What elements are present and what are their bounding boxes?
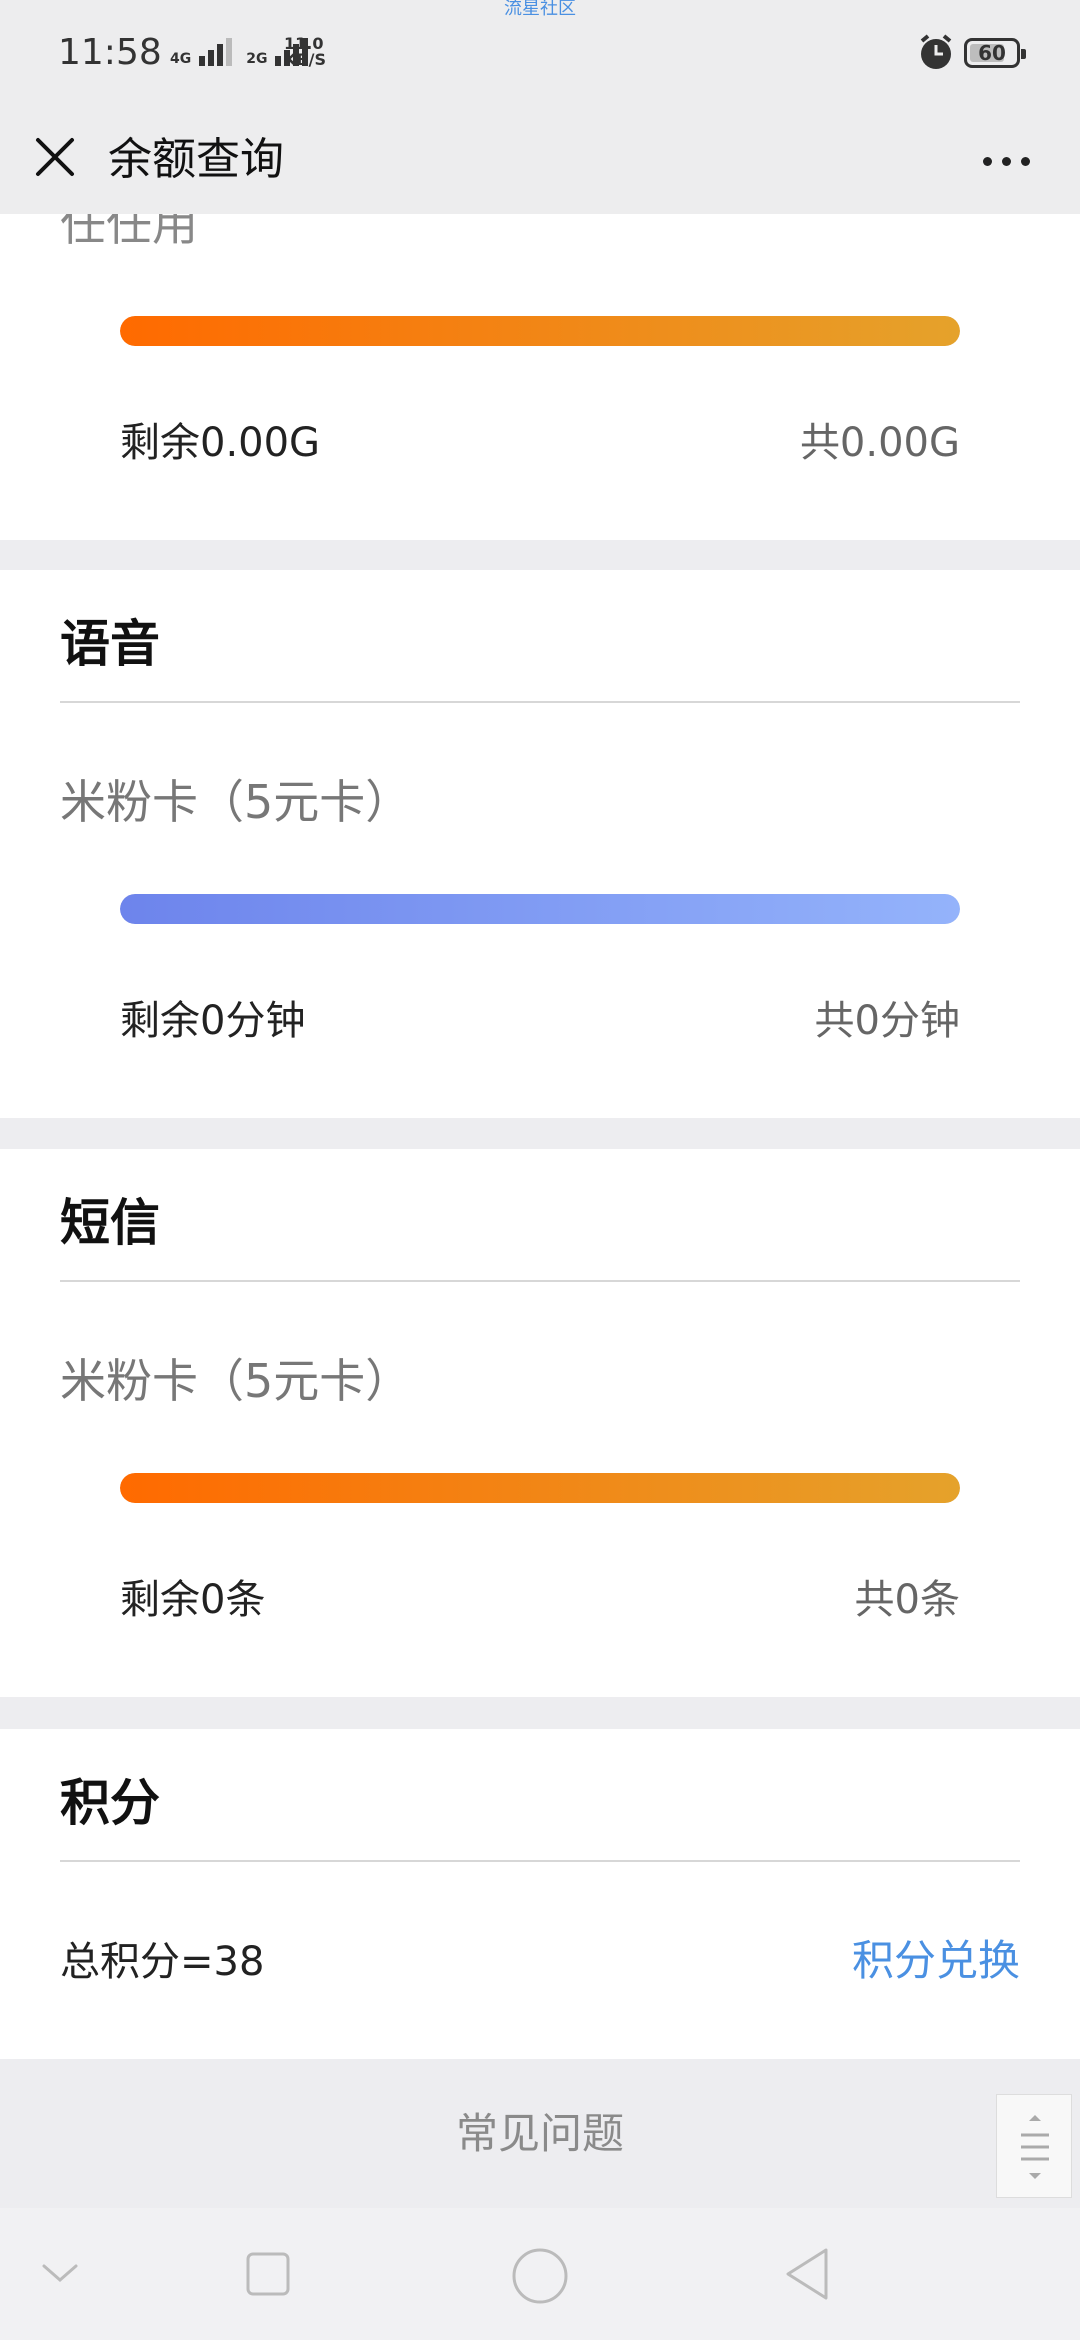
sms-plan-name: 米粉卡（5元卡）	[60, 1354, 412, 1408]
home-icon[interactable]	[510, 2246, 570, 2306]
data-plan-name: 任任用	[60, 214, 198, 251]
scroll-handle[interactable]	[996, 2094, 1072, 2198]
sms-remaining: 剩余0条	[120, 1577, 266, 1623]
chevron-down-icon[interactable]	[40, 2258, 80, 2288]
data-progress-bar	[120, 316, 960, 346]
data-remaining: 剩余0.00G	[120, 420, 321, 466]
voice-progress-bar	[120, 894, 960, 924]
sms-section-title: 短信	[60, 1194, 160, 1252]
points-section-title: 积分	[60, 1774, 160, 1832]
voice-total: 共0分钟	[814, 998, 960, 1044]
sms-total: 共0条	[854, 1577, 960, 1623]
battery-level: 60	[978, 41, 1006, 65]
status-time: 11:58	[58, 32, 162, 73]
voice-balance-card: 语音 米粉卡（5元卡） 剩余0分钟 共0分钟	[0, 570, 1080, 1118]
network-type-1: 4G	[170, 51, 192, 67]
battery-icon: 60	[964, 38, 1026, 68]
page-title: 余额查询	[108, 134, 284, 185]
back-icon[interactable]	[782, 2246, 832, 2302]
alarm-icon	[920, 34, 952, 69]
network-type-2: 2G	[246, 51, 268, 67]
faq-link[interactable]: 常见问题	[0, 2100, 1080, 2161]
watermark-text: 流星社区	[504, 0, 576, 19]
sms-progress-bar	[120, 1473, 960, 1503]
points-divider	[60, 1860, 1020, 1862]
data-total: 共0.00G	[799, 420, 960, 466]
voice-remaining: 剩余0分钟	[120, 998, 306, 1044]
voice-section-title: 语音	[60, 615, 160, 673]
sms-progress-fill	[120, 1473, 960, 1503]
scroll-handle-icon	[1021, 2115, 1049, 2179]
close-icon[interactable]	[30, 132, 80, 182]
voice-progress-fill	[120, 894, 960, 924]
data-balance-card: 任任用 剩余0.00G 共0.00G	[0, 214, 1080, 540]
points-card: 积分 总积分=38 积分兑换	[0, 1729, 1080, 2059]
signal-icon	[199, 36, 233, 66]
voice-divider	[60, 701, 1020, 703]
title-bar: 余额查询	[0, 110, 1080, 214]
status-bar: 流星社区 11:58 4G 2G 11.0 KB/S 60	[0, 0, 1080, 110]
network-speed: 11.0 KB/S	[284, 36, 326, 68]
footer-bar: 常见问题	[0, 2060, 1080, 2208]
points-exchange-link[interactable]: 积分兑换	[852, 1927, 1020, 1988]
voice-plan-name: 米粉卡（5元卡）	[60, 775, 412, 829]
more-options-icon[interactable]	[976, 146, 1036, 176]
recent-apps-icon[interactable]	[244, 2250, 292, 2298]
data-progress-fill	[120, 316, 960, 346]
sms-divider	[60, 1280, 1020, 1282]
sms-balance-card: 短信 米粉卡（5元卡） 剩余0条 共0条	[0, 1149, 1080, 1697]
system-nav-bar	[0, 2208, 1080, 2340]
points-total: 总积分=38	[60, 1939, 265, 1985]
speed-unit: KB/S	[284, 50, 326, 69]
